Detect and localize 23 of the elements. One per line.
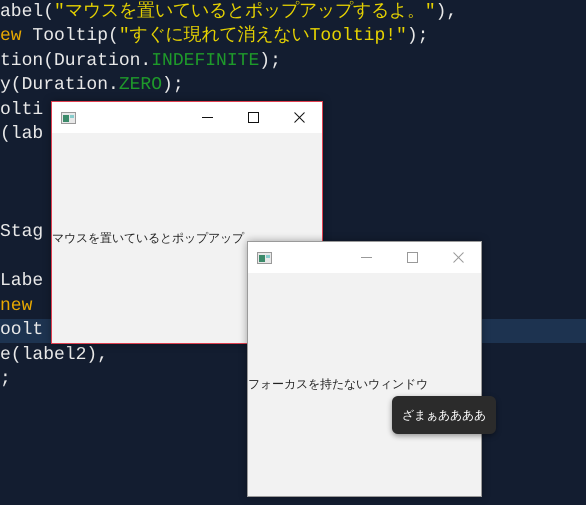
maximize-icon (406, 252, 418, 263)
maximize-icon (248, 112, 258, 123)
window-label: フォーカスを持たないウィンドウ (248, 376, 428, 393)
code-line: Labe (0, 271, 44, 292)
code-line: tion(Duration.INDEFINITE); (0, 50, 281, 72)
code-line: e(label2), (0, 344, 108, 366)
code-line: oolt (0, 320, 44, 342)
app-icon (257, 252, 272, 264)
app-icon (61, 112, 76, 124)
minimize-icon (202, 117, 212, 118)
tooltip: ざまぁああああ (392, 396, 496, 434)
window-label: マウスを置いているとポップアップ (52, 230, 244, 246)
code-line: olti (0, 100, 44, 121)
close-icon (294, 112, 304, 123)
code-line: ; (0, 369, 11, 390)
minimize-icon (360, 257, 372, 258)
close-icon (452, 252, 464, 263)
code-line: y(Duration.ZERO); (0, 75, 184, 96)
code-line: abel("マウスを置いているとポップアップするよ。"), (0, 2, 458, 23)
code-line: Stag (0, 222, 44, 244)
code-line: ew Tooltip("すぐに現れて消えないTooltip!"); (0, 26, 428, 48)
code-line: new (0, 296, 32, 317)
code-line: (lab (0, 124, 44, 146)
